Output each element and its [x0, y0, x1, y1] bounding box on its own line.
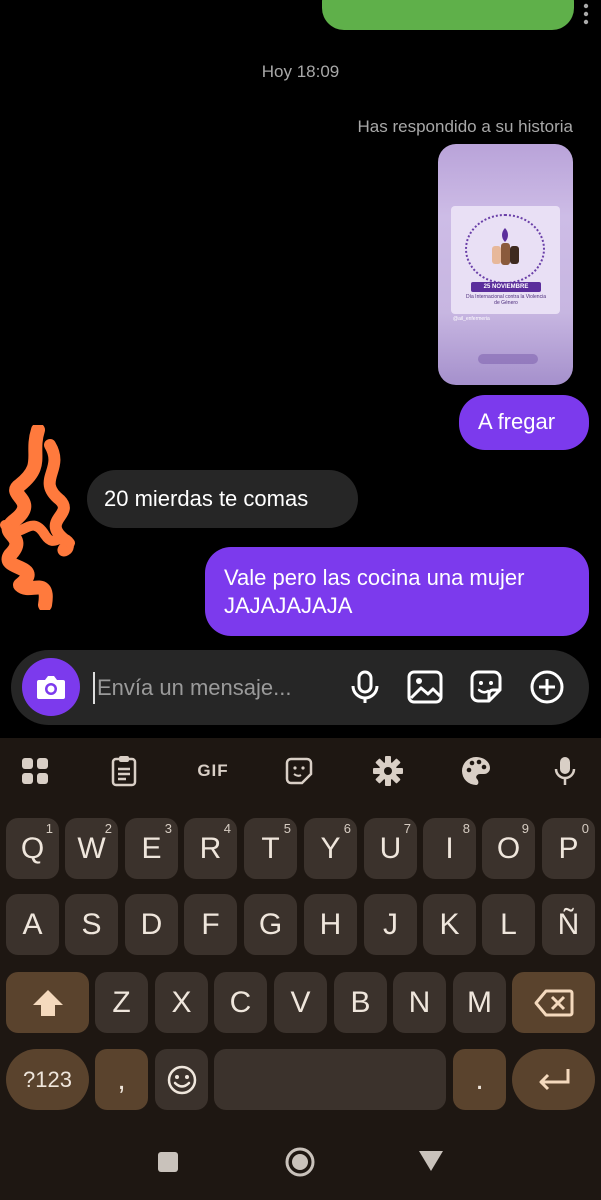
key-hint: 8	[462, 821, 470, 836]
key-u[interactable]: U7	[364, 818, 417, 879]
key-label: I	[445, 831, 454, 865]
key-k[interactable]: K	[423, 894, 476, 955]
key-l[interactable]: L	[482, 894, 535, 955]
key-label: T	[261, 831, 280, 865]
key-f[interactable]: F	[184, 894, 237, 955]
outgoing-message[interactable]: Vale pero las cocina una mujer JAJAJAJAJ…	[205, 547, 589, 636]
microphone-icon[interactable]	[548, 754, 582, 788]
key-hint: 6	[343, 821, 351, 836]
key-r[interactable]: R4	[184, 818, 237, 879]
back-triangle-icon[interactable]	[418, 1150, 444, 1172]
shift-key[interactable]	[6, 972, 89, 1033]
key-label: O	[496, 831, 521, 865]
palette-icon[interactable]	[459, 754, 493, 788]
period-key[interactable]: .	[453, 1049, 506, 1110]
keyboard-toolbar: GIF	[0, 738, 601, 808]
spacebar-key[interactable]	[214, 1049, 446, 1110]
previous-message-bubble[interactable]	[322, 0, 574, 30]
key-label: U	[379, 831, 402, 865]
key-hint: 4	[223, 821, 231, 836]
backspace-icon	[534, 989, 573, 1016]
chat-thread[interactable]: Hoy 18:09 Has respondido a su historia 2…	[0, 0, 601, 738]
story-preview[interactable]: 25 NOVIEMBRE Día Internacional contra la…	[438, 144, 573, 385]
gallery-icon[interactable]	[406, 668, 444, 706]
camera-button[interactable]	[22, 658, 80, 716]
key-b[interactable]: B	[334, 972, 387, 1033]
key-w[interactable]: W2	[65, 818, 118, 879]
raised-fists-icon	[492, 228, 519, 265]
key-v[interactable]: V	[274, 972, 327, 1033]
enter-key[interactable]	[512, 1049, 595, 1110]
key-g[interactable]: G	[244, 894, 297, 955]
emoji-icon	[167, 1065, 196, 1094]
clipboard-icon[interactable]	[107, 754, 141, 788]
key-label: W	[77, 831, 106, 865]
redacted-avatar-scribble	[0, 425, 75, 610]
story-image: 25 NOVIEMBRE Día Internacional contra la…	[451, 206, 560, 314]
key-e[interactable]: E3	[125, 818, 178, 879]
key-o[interactable]: O9	[482, 818, 535, 879]
key-hint: 3	[164, 821, 172, 836]
key-hint: 7	[403, 821, 411, 836]
story-subtitle: Día Internacional contra la Violencia de…	[466, 294, 546, 306]
key-hint: 5	[283, 821, 291, 836]
story-reply-label: Has respondido a su historia	[357, 117, 573, 136]
camera-icon	[37, 676, 65, 699]
key-label: R	[199, 831, 222, 865]
key-hint: 9	[521, 821, 529, 836]
outgoing-message[interactable]: A fregar	[459, 395, 589, 450]
key-x[interactable]: X	[155, 972, 208, 1033]
key-c[interactable]: C	[214, 972, 267, 1033]
gif-icon[interactable]: GIF	[193, 754, 233, 788]
key-label: Y	[320, 831, 341, 865]
story-banner: 25 NOVIEMBRE	[471, 282, 541, 292]
microphone-icon[interactable]	[346, 668, 384, 706]
key-q[interactable]: Q1	[6, 818, 59, 879]
key-s[interactable]: S	[65, 894, 118, 955]
key-j[interactable]: J	[364, 894, 417, 955]
message-input[interactable]	[93, 672, 333, 704]
key-m[interactable]: M	[453, 972, 506, 1033]
key-y[interactable]: Y6	[304, 818, 357, 879]
sticker-icon[interactable]	[282, 754, 316, 788]
key-p[interactable]: P0	[542, 818, 595, 879]
key-label: P	[558, 831, 579, 865]
key-enye[interactable]: Ñ	[542, 894, 595, 955]
more-options-icon[interactable]	[578, 0, 594, 30]
apps-grid-icon[interactable]	[18, 754, 52, 788]
incoming-message[interactable]: 20 mierdas te comas	[87, 470, 358, 528]
emoji-key[interactable]	[155, 1049, 208, 1110]
key-d[interactable]: D	[125, 894, 178, 955]
story-handle: @ail_enfermeria	[453, 316, 490, 322]
key-h[interactable]: H	[304, 894, 357, 955]
shift-icon	[32, 989, 63, 1016]
message-timestamp: Hoy 18:09	[261, 62, 340, 81]
key-label: Q	[20, 831, 45, 865]
story-blur-decoration	[478, 354, 538, 364]
comma-key[interactable]: ,	[95, 1049, 148, 1110]
symbols-key[interactable]: ?123	[6, 1049, 89, 1110]
key-hint: 2	[104, 821, 112, 836]
key-i[interactable]: I8	[423, 818, 476, 879]
key-t[interactable]: T5	[244, 818, 297, 879]
key-a[interactable]: A	[6, 894, 59, 955]
key-label: E	[141, 831, 162, 865]
system-navigation-bar	[0, 1138, 601, 1200]
backspace-key[interactable]	[512, 972, 595, 1033]
plus-icon[interactable]	[528, 668, 566, 706]
message-composer	[11, 650, 589, 725]
key-z[interactable]: Z	[95, 972, 148, 1033]
key-n[interactable]: N	[393, 972, 446, 1033]
key-hint: 0	[581, 821, 589, 836]
home-circle-icon[interactable]	[284, 1146, 316, 1178]
settings-icon[interactable]	[371, 754, 405, 788]
enter-icon	[539, 1068, 569, 1090]
recents-square-icon[interactable]	[157, 1151, 179, 1173]
soft-keyboard: GIF Q1 W2 E3 R4 T5 Y6 U7 I8 O9 P0 A S D …	[0, 738, 601, 1138]
sticker-icon[interactable]	[467, 668, 505, 706]
key-hint: 1	[45, 821, 53, 836]
